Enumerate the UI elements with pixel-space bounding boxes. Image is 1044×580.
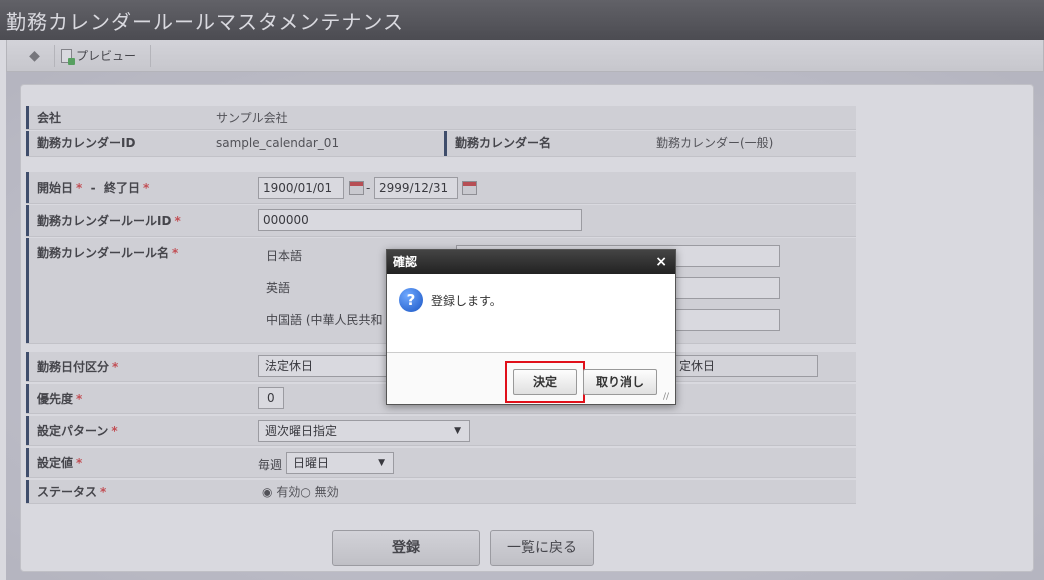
ok-button[interactable]: 決定	[513, 369, 577, 395]
close-icon[interactable]: ×	[655, 250, 667, 274]
confirm-dialog: 確認 × ? 登録します。 決定 取り消し //	[386, 249, 676, 405]
question-icon: ?	[399, 288, 423, 312]
dialog-title: 確認	[393, 255, 418, 269]
dialog-footer: 決定 取り消し //	[387, 352, 675, 404]
dialog-header: 確認 ×	[387, 250, 675, 274]
resize-handle-icon[interactable]: //	[663, 392, 673, 402]
dialog-message: 登録します。	[431, 294, 502, 308]
cancel-button[interactable]: 取り消し	[583, 369, 657, 395]
